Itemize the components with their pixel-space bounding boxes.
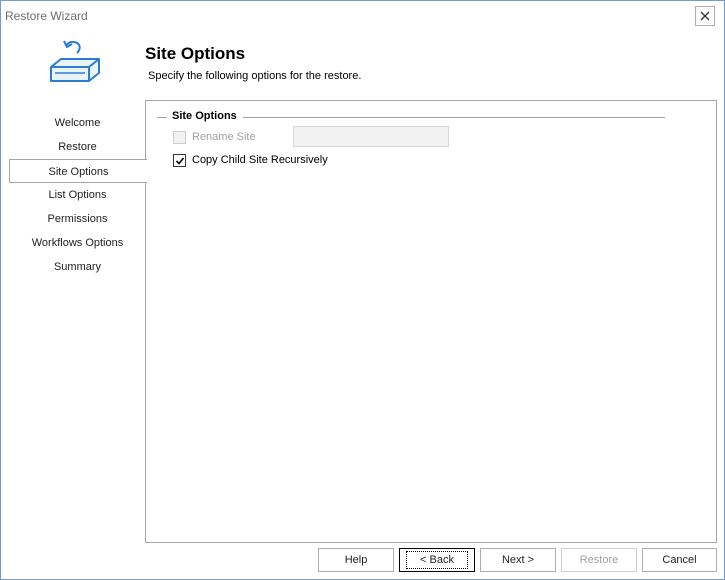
group-title: Site Options xyxy=(167,110,243,122)
restore-button-label: Restore xyxy=(579,554,619,566)
rename-site-label: Rename Site xyxy=(192,131,256,143)
copy-child-site-label: Copy Child Site Recursively xyxy=(192,154,328,166)
checkmark-icon xyxy=(175,156,184,165)
rename-site-input[interactable] xyxy=(293,126,449,147)
nav-item-list-options[interactable]: List Options xyxy=(9,183,146,207)
window-title: Restore Wizard xyxy=(5,9,88,23)
next-button-label: Next > xyxy=(501,554,535,566)
restore-wizard-icon xyxy=(50,40,100,82)
page-title: Site Options xyxy=(145,44,246,63)
nav-item-restore[interactable]: Restore xyxy=(9,135,146,159)
nav-item-welcome[interactable]: Welcome xyxy=(9,111,146,135)
back-button[interactable]: < Back xyxy=(399,548,475,572)
help-button[interactable]: Help xyxy=(318,548,394,572)
nav-item-workflows-options[interactable]: Workflows Options xyxy=(9,231,146,255)
rename-site-checkbox[interactable] xyxy=(173,131,186,144)
next-button[interactable]: Next > xyxy=(480,548,556,572)
restore-button[interactable]: Restore xyxy=(561,548,637,572)
page-subtitle: Specify the following options for the re… xyxy=(148,70,362,82)
nav-item-summary[interactable]: Summary xyxy=(9,255,146,279)
site-options-panel: Site Options Rename Site Copy Child Site… xyxy=(145,100,717,543)
wizard-steps-nav: Welcome Restore Site Options List Option… xyxy=(9,111,147,279)
back-button-label: < Back xyxy=(406,551,468,569)
nav-item-site-options[interactable]: Site Options xyxy=(9,159,147,183)
restore-wizard-window: Restore Wizard Site Options Specify the … xyxy=(0,0,725,580)
cancel-button-label: Cancel xyxy=(662,554,697,566)
nav-item-permissions[interactable]: Permissions xyxy=(9,207,146,231)
cancel-button[interactable]: Cancel xyxy=(642,548,717,572)
close-icon xyxy=(700,11,710,21)
close-button[interactable] xyxy=(695,6,715,26)
help-button-label: Help xyxy=(344,554,368,566)
copy-child-site-checkbox[interactable] xyxy=(173,154,186,167)
title-bar: Restore Wizard xyxy=(1,1,724,32)
